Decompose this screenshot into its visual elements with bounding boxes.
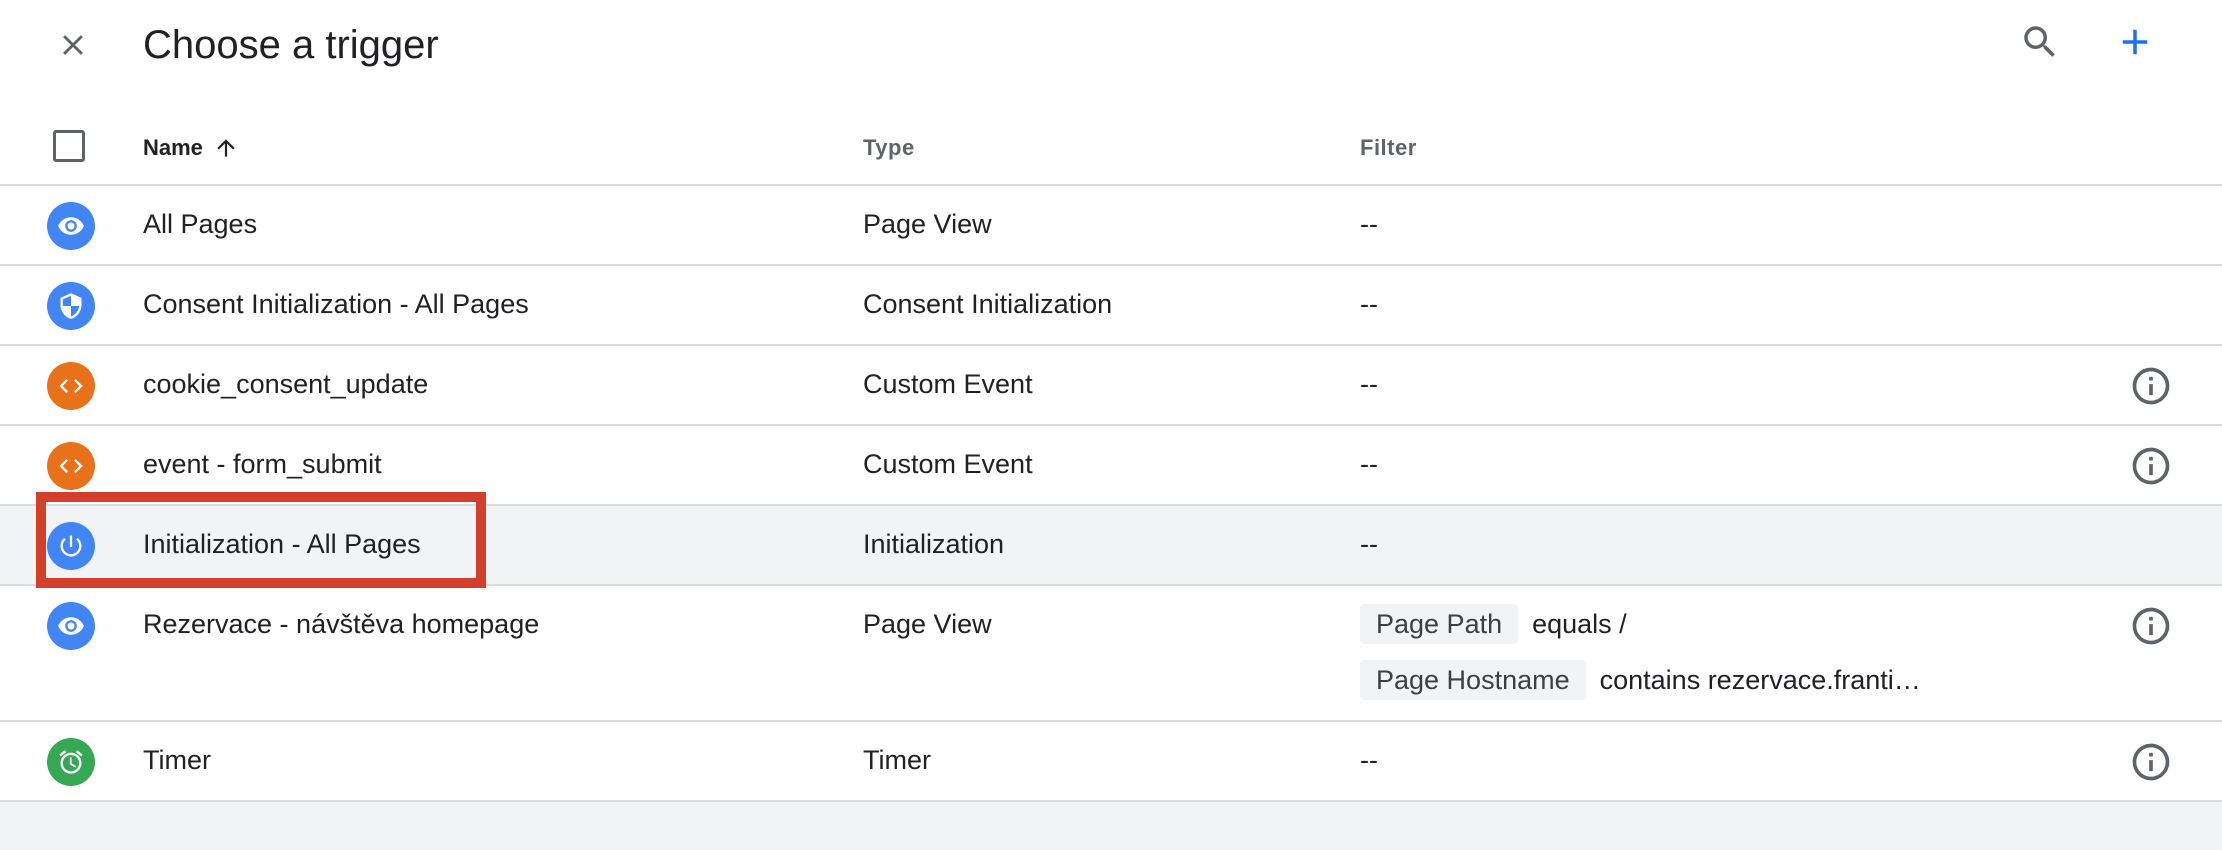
trigger-type-badge [47, 738, 95, 786]
info-button[interactable] [2129, 740, 2173, 784]
trigger-filter: -- [1360, 529, 1378, 559]
select-all-checkbox[interactable] [53, 130, 85, 162]
table-row[interactable]: cookie_consent_update Custom Event -- [0, 346, 2222, 426]
search-icon [2024, 26, 2055, 57]
trigger-type-badge [47, 442, 95, 490]
power-icon [60, 535, 82, 557]
column-header-type[interactable]: Type [863, 134, 915, 162]
info-button[interactable] [2129, 604, 2173, 648]
arrow-up-icon [217, 139, 235, 157]
alarm-icon [59, 750, 83, 774]
page-title: Choose a trigger [143, 23, 439, 67]
trigger-filter: -- [1360, 745, 1378, 775]
trigger-filter: -- [1360, 209, 1378, 239]
info-icon [2132, 367, 2170, 405]
info-icon [2132, 447, 2170, 485]
trigger-name: Initialization - All Pages [143, 529, 421, 559]
search-button[interactable] [2012, 14, 2068, 70]
trigger-type-badge [47, 602, 95, 650]
trigger-type: Custom Event [863, 369, 1033, 399]
trigger-name: Rezervace - návštěva homepage [143, 609, 540, 639]
trigger-type: Page View [863, 609, 992, 639]
trigger-type-badge [47, 282, 95, 330]
info-button[interactable] [2129, 444, 2173, 488]
trigger-type-badge [47, 362, 95, 410]
add-trigger-button[interactable] [2107, 14, 2163, 70]
trigger-type-badge [47, 522, 95, 570]
code-icon [59, 379, 83, 393]
trigger-picker-panel: Choose a trigger Name Type Filter All Pa… [0, 0, 2222, 802]
table-header: Name Type Filter [0, 111, 2222, 186]
table-row[interactable]: Rezervace - návštěva homepage Page View … [0, 586, 2222, 722]
trigger-filter: -- [1360, 449, 1378, 479]
column-header-name[interactable]: Name [143, 134, 239, 162]
code-icon [59, 459, 83, 473]
close-button[interactable] [45, 17, 101, 73]
filter-condition: Page Path equals / [1360, 604, 1627, 644]
column-name-label: Name [143, 135, 203, 160]
info-icon [2132, 607, 2170, 645]
trigger-type: Page View [863, 209, 992, 239]
trigger-name: Timer [143, 745, 211, 775]
filter-condition-text: equals / [1532, 608, 1627, 639]
shield-icon [60, 293, 82, 319]
table-row[interactable]: event - form_submit Custom Event -- [0, 426, 2222, 506]
table-row[interactable]: Initialization - All Pages Initializatio… [0, 506, 2222, 586]
trigger-filter: -- [1360, 289, 1378, 319]
filter-variable-chip: Page Path [1360, 604, 1519, 644]
filter-variable-chip: Page Hostname [1360, 660, 1586, 700]
eye-icon [58, 617, 84, 635]
close-icon [63, 35, 83, 55]
table-row[interactable]: All Pages Page View -- [0, 186, 2222, 266]
trigger-type: Custom Event [863, 449, 1033, 479]
filter-condition: Page Hostname contains rezervace.franti… [1360, 660, 1921, 700]
trigger-name: Consent Initialization - All Pages [143, 289, 529, 319]
panel-header: Choose a trigger [0, 0, 2222, 90]
trigger-type-badge [47, 202, 95, 250]
filter-condition-text: contains rezervace.franti… [1599, 664, 1921, 695]
trigger-type: Timer [863, 745, 931, 775]
trigger-name: event - form_submit [143, 449, 382, 479]
info-button[interactable] [2129, 364, 2173, 408]
info-icon [2132, 743, 2170, 781]
add-icon [2122, 29, 2148, 55]
column-header-filter: Filter [1360, 135, 1417, 160]
trigger-filter: -- [1360, 369, 1378, 399]
trigger-name: cookie_consent_update [143, 369, 429, 399]
trigger-name: All Pages [143, 209, 258, 239]
table-row[interactable]: Timer Timer -- [0, 722, 2222, 802]
trigger-type: Consent Initialization [863, 289, 1113, 319]
trigger-type: Initialization [863, 529, 1005, 559]
table-row[interactable]: Consent Initialization - All Pages Conse… [0, 266, 2222, 346]
eye-icon [58, 217, 84, 235]
